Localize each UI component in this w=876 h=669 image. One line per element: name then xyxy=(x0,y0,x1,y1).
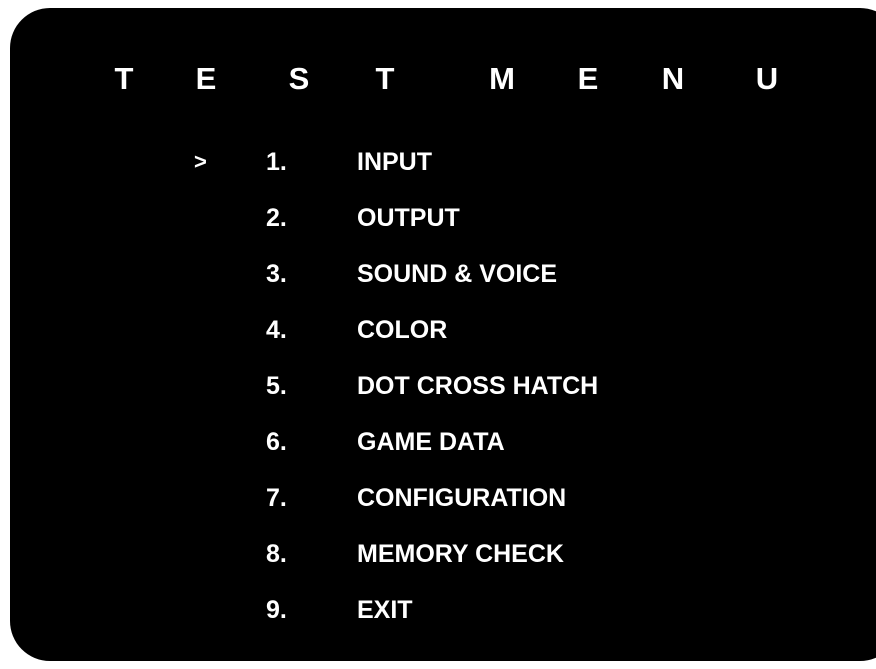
menu-item-label: SOUND & VOICE xyxy=(357,260,558,288)
menu-list: > 1. INPUT 2. OUTPUT 3. SOUND & VOICE 4.… xyxy=(10,8,876,661)
menu-item-dot-cross-hatch[interactable]: 5. DOT CROSS HATCH xyxy=(10,366,876,406)
menu-item-label: COLOR xyxy=(357,316,448,344)
menu-item-memory-check[interactable]: 8. MEMORY CHECK xyxy=(10,534,876,574)
menu-item-number: 2. xyxy=(266,204,287,232)
test-menu-screen: T E S T M E N U > 1. INPUT 2. OUTPUT 3. … xyxy=(10,8,876,661)
selection-cursor: > xyxy=(194,149,207,174)
menu-item-number: 7. xyxy=(266,484,287,512)
menu-item-input[interactable]: > 1. INPUT xyxy=(10,142,876,182)
menu-item-number: 4. xyxy=(266,316,287,344)
menu-item-number: 9. xyxy=(266,596,287,624)
menu-item-label: INPUT xyxy=(357,148,432,176)
menu-item-label: OUTPUT xyxy=(357,204,460,232)
menu-item-exit[interactable]: 9. EXIT xyxy=(10,590,876,630)
menu-item-label: EXIT xyxy=(357,596,413,624)
menu-item-game-data[interactable]: 6. GAME DATA xyxy=(10,422,876,462)
menu-item-color[interactable]: 4. COLOR xyxy=(10,310,876,350)
menu-item-output[interactable]: 2. OUTPUT xyxy=(10,198,876,238)
menu-item-sound-voice[interactable]: 3. SOUND & VOICE xyxy=(10,254,876,294)
menu-item-label: MEMORY CHECK xyxy=(357,540,564,568)
menu-item-number: 5. xyxy=(266,372,287,400)
menu-item-number: 1. xyxy=(266,148,287,176)
menu-item-label: CONFIGURATION xyxy=(357,484,567,512)
menu-item-number: 8. xyxy=(266,540,287,568)
menu-item-label: DOT CROSS HATCH xyxy=(357,372,599,400)
menu-item-configuration[interactable]: 7. CONFIGURATION xyxy=(10,478,876,518)
menu-item-label: GAME DATA xyxy=(357,428,505,456)
menu-item-number: 6. xyxy=(266,428,287,456)
menu-item-number: 3. xyxy=(266,260,287,288)
